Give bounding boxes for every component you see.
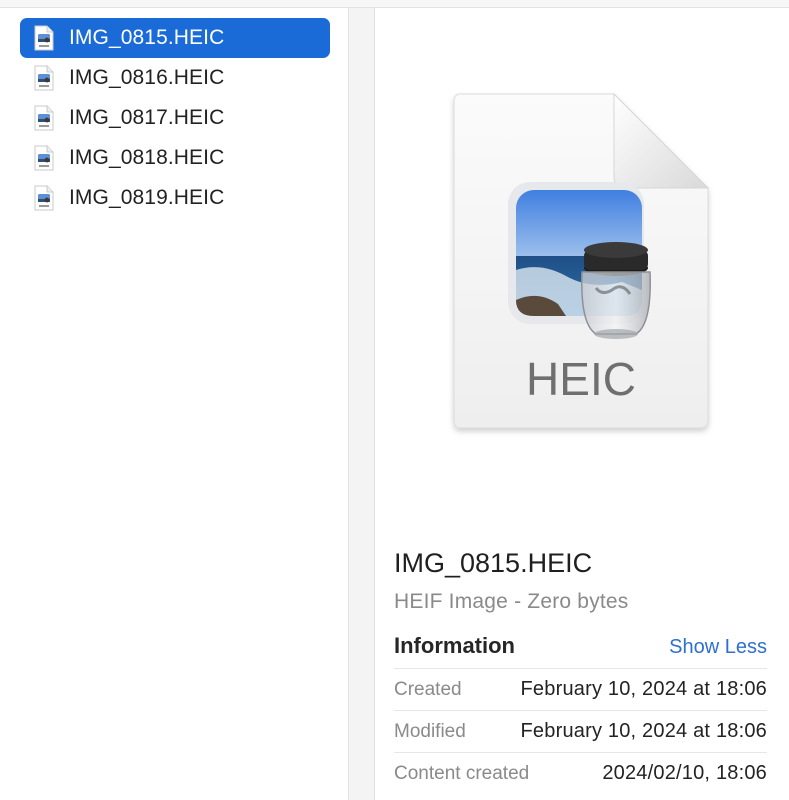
information-heading: Information <box>394 633 515 658</box>
window-top-edge <box>0 0 789 8</box>
file-name-label: IMG_0819.HEIC <box>69 186 225 209</box>
finder-window: IMG_0815.HEIC IMG_0816.HEIC IMG_0817.HEI… <box>0 0 789 800</box>
preview-file-name: IMG_0815.HEIC <box>394 548 593 578</box>
heic-document-icon[interactable]: HEIC <box>446 90 716 440</box>
file-row-img-0817[interactable]: IMG_0817.HEIC <box>20 98 330 138</box>
info-label: Content created <box>394 762 530 784</box>
info-value: February 10, 2024 at 18:06 <box>520 720 767 742</box>
icon-type-label: HEIC <box>526 353 636 405</box>
file-row-img-0819[interactable]: IMG_0819.HEIC <box>20 178 330 218</box>
info-label: Modified <box>394 720 466 742</box>
empty-column <box>349 8 374 800</box>
heic-file-icon <box>34 145 54 171</box>
heic-file-icon <box>34 185 54 211</box>
info-row-modified: Modified February 10, 2024 at 18:06 <box>394 710 767 752</box>
info-value: 2024/02/10, 18:06 <box>602 762 767 784</box>
file-row-img-0815[interactable]: IMG_0815.HEIC <box>20 18 330 58</box>
info-row-created: Created February 10, 2024 at 18:06 <box>394 668 767 710</box>
preview-file-kind: HEIF Image - Zero bytes <box>394 590 629 613</box>
file-name-label: IMG_0815.HEIC <box>69 26 225 49</box>
heic-file-icon <box>34 65 54 91</box>
file-name-label: IMG_0816.HEIC <box>69 66 225 89</box>
info-row-content-created: Content created 2024/02/10, 18:06 <box>394 752 767 794</box>
info-value: February 10, 2024 at 18:06 <box>520 678 767 700</box>
info-label: Created <box>394 678 462 700</box>
show-less-button[interactable]: Show Less <box>669 636 767 659</box>
file-row-img-0816[interactable]: IMG_0816.HEIC <box>20 58 330 98</box>
heic-file-icon <box>34 25 54 51</box>
file-row-img-0818[interactable]: IMG_0818.HEIC <box>20 138 330 178</box>
file-name-label: IMG_0817.HEIC <box>69 106 225 129</box>
file-name-label: IMG_0818.HEIC <box>69 146 225 169</box>
heic-file-icon <box>34 105 54 131</box>
